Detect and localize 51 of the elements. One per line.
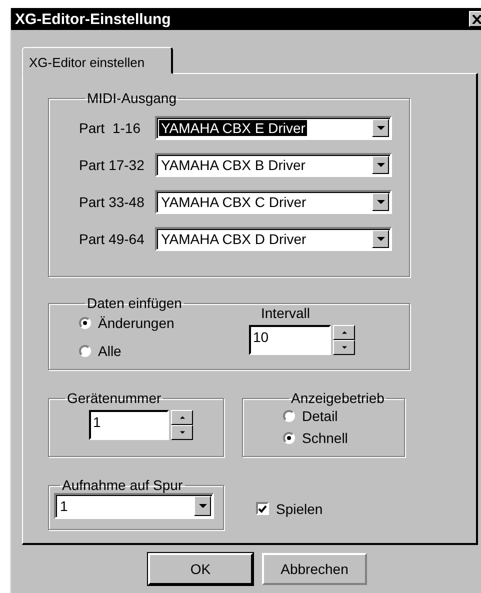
dropdown-value: YAMAHA CBX E Driver <box>159 120 308 136</box>
down-arrow-icon <box>376 200 384 204</box>
dropdown[interactable]: YAMAHA CBX D Driver <box>155 227 392 251</box>
spin-down-button[interactable] <box>333 340 355 355</box>
tab[interactable]: XG-Editor einstellen <box>22 47 173 74</box>
down-arrow-icon <box>180 431 184 434</box>
radio-button[interactable]: Alle <box>79 343 249 359</box>
dropdown[interactable]: YAMAHA CBX C Driver <box>155 190 392 214</box>
number-field[interactable]: 10 <box>249 325 331 355</box>
group-title: Gerätenummer <box>66 390 162 406</box>
group-title: Anzeigebetrieb <box>290 390 386 406</box>
field-label: Intervall <box>260 305 312 321</box>
spin-up-button[interactable] <box>171 410 193 425</box>
part-label: Part 1-16 <box>79 120 142 136</box>
up-arrow-icon <box>342 331 346 334</box>
dropdown-button[interactable] <box>372 156 389 174</box>
up-arrow-icon <box>180 416 184 419</box>
part-label: Part 49-64 <box>79 231 146 247</box>
down-arrow-icon <box>198 504 206 508</box>
down-arrow-icon <box>342 346 346 349</box>
dropdown-value: YAMAHA CBX C Driver <box>160 194 308 210</box>
window-title: XG-Editor-Einstellung <box>15 10 171 28</box>
radio-button[interactable]: Änderungen <box>79 315 249 331</box>
checkbox[interactable]: Spielen <box>256 500 323 516</box>
part-label: Part 17-32 <box>79 157 146 173</box>
down-arrow-icon <box>376 126 384 130</box>
part-label: Part 33-48 <box>79 194 146 210</box>
close-icon <box>472 14 481 24</box>
dropdown-button[interactable] <box>194 496 211 516</box>
number-field[interactable]: 1 <box>89 410 169 440</box>
dropdown[interactable]: YAMAHA CBX E Driver <box>155 116 392 140</box>
dropdown-button[interactable] <box>372 230 389 248</box>
cancel-button[interactable]: Abbrechen <box>262 553 367 585</box>
down-arrow-icon <box>376 237 384 241</box>
spin-down-button[interactable] <box>171 425 193 440</box>
dropdown-button[interactable] <box>372 193 389 211</box>
radio-button[interactable]: Detail <box>283 408 404 424</box>
radio-button[interactable]: Schnell <box>283 430 404 446</box>
spin-up-button[interactable] <box>333 325 355 340</box>
dropdown[interactable]: YAMAHA CBX B Driver <box>155 153 392 177</box>
down-arrow-icon <box>376 163 384 167</box>
dropdown-value: YAMAHA CBX B Driver <box>160 157 306 173</box>
group-title: Daten einfügen <box>86 295 183 311</box>
group-title: MIDI-Ausgang <box>86 90 178 106</box>
ok-button[interactable]: OK <box>148 553 253 585</box>
dropdown-button[interactable] <box>372 119 389 137</box>
group-title: Aufnahme auf Spur <box>61 477 184 493</box>
dropdown[interactable]: 1 <box>54 493 214 519</box>
dropdown-value: 1 <box>59 498 69 514</box>
close-button[interactable] <box>469 11 481 27</box>
dropdown-value: YAMAHA CBX D Driver <box>160 231 308 247</box>
